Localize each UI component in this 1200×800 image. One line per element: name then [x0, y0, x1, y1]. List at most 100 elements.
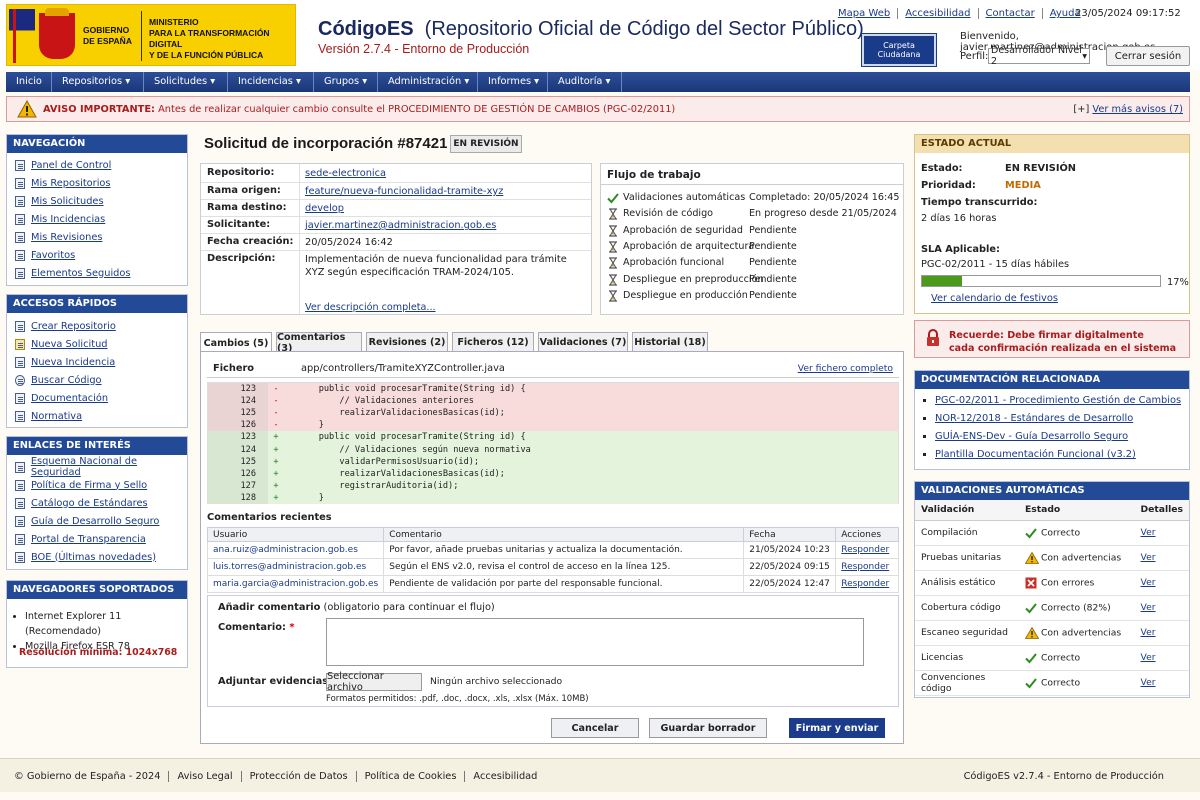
quick-item-label[interactable]: Nueva Solicitud	[31, 339, 108, 350]
link-ens[interactable]: Esquema Nacional de Seguridad	[7, 456, 187, 478]
sidebar-item-mis-revisiones[interactable]: Mis Revisiones	[7, 228, 187, 246]
select-file-button[interactable]: Seleccionar archivo	[326, 671, 422, 693]
sidebar-item-favoritos[interactable]: Favoritos	[7, 246, 187, 264]
tab-validaciones[interactable]: Validaciones (7)	[538, 332, 628, 352]
link-label[interactable]: Esquema Nacional de Seguridad	[31, 456, 187, 478]
footer-proteccion-datos[interactable]: Protección de Datos	[242, 771, 357, 782]
diff-marker: +	[273, 444, 279, 455]
government-logo[interactable]: GOBIERNO DE ESPAÑA MINISTERIO PARA LA TRA…	[6, 4, 296, 66]
sidebar-item-mis-solicitudes[interactable]: Mis Solicitudes	[7, 192, 187, 210]
logout-button[interactable]: Cerrar sesión	[1106, 46, 1190, 66]
nav-administracion[interactable]: Administración ▾	[378, 72, 478, 92]
link-guia[interactable]: Guía de Desarrollo Seguro	[7, 512, 187, 530]
link-label[interactable]: Política de Firma y Sello	[31, 480, 147, 491]
quick-item-label[interactable]: Normativa	[31, 411, 82, 422]
full-description-link[interactable]: Ver descripción completa...	[305, 302, 436, 313]
sidebar-item-mis-incidencias[interactable]: Mis Incidencias	[7, 210, 187, 228]
validation-details-link[interactable]: Ver	[1141, 602, 1156, 613]
carpeta-ciudadana-button[interactable]: Carpeta Ciudadana	[861, 33, 937, 67]
validation-details-link[interactable]: Ver	[1141, 577, 1156, 588]
footer-aviso-legal[interactable]: Aviso Legal	[169, 771, 242, 782]
workflow-step-name: Validaciones automáticas	[623, 192, 746, 203]
validation-status: Correcto	[1041, 527, 1081, 538]
tab-cambios[interactable]: Cambios (5)	[200, 332, 272, 353]
quick-item-label[interactable]: Documentación	[31, 393, 108, 404]
quick-normativa[interactable]: Normativa	[7, 407, 187, 425]
tab-revisiones[interactable]: Revisiones (2)	[366, 332, 448, 352]
comment-user[interactable]: luis.torres@administracion.gob.es	[206, 558, 385, 576]
quick-item-label[interactable]: Nueva Incidencia	[31, 357, 115, 368]
comment-user[interactable]: maria.garcia@administracion.gob.es	[206, 575, 385, 593]
doc-link[interactable]: PGC-02/2011 - Procedimiento Gestión de C…	[935, 395, 1181, 406]
perfil-select[interactable]: Desarrollador Nivel 2 ▾	[988, 45, 1090, 67]
nav-informes[interactable]: Informes ▾	[478, 72, 548, 92]
error-icon	[1025, 577, 1037, 589]
quick-nueva-incidencia[interactable]: Nueva Incidencia	[7, 353, 187, 371]
sidebar-item-label[interactable]: Mis Solicitudes	[31, 196, 104, 207]
more-alerts-prefix[interactable]: [+]	[1073, 104, 1089, 115]
quick-documentacion[interactable]: Documentación	[7, 389, 187, 407]
nav-incidencias[interactable]: Incidencias ▾	[228, 72, 314, 92]
repository-link[interactable]: sede-electronica	[305, 167, 587, 180]
link-label[interactable]: Portal de Transparencia	[31, 534, 146, 545]
reply-link[interactable]: Responder	[841, 579, 889, 589]
quick-nueva-solicitud[interactable]: Nueva Solicitud	[7, 335, 187, 353]
validation-details-link[interactable]: Ver	[1141, 652, 1156, 663]
sign-and-send-button[interactable]: Firmar y enviar	[789, 718, 885, 738]
tab-comentarios[interactable]: Comentarios (3)	[276, 332, 362, 354]
sidebar-item-mis-repositorios[interactable]: Mis Repositorios	[7, 174, 187, 192]
sidebar-item-elementos-seguidos[interactable]: Elementos Seguidos	[7, 264, 187, 282]
full-file-link[interactable]: Ver fichero completo	[798, 363, 893, 374]
requester-link[interactable]: javier.martinez@administracion.gob.es	[305, 219, 587, 232]
target-branch-link[interactable]: develop	[305, 202, 587, 215]
link-catalogo[interactable]: Catálogo de Estándares	[7, 494, 187, 512]
reply-link[interactable]: Responder	[841, 545, 889, 555]
top-link-contactar[interactable]: Contactar	[979, 8, 1043, 19]
sidebar-item-panel-control[interactable]: Panel de Control	[7, 156, 187, 174]
nav-grupos[interactable]: Grupos ▾	[314, 72, 378, 92]
comment-textarea[interactable]	[326, 618, 864, 666]
more-alerts-link[interactable]: Ver más avisos (7)	[1092, 104, 1183, 115]
quick-crear-repositorio[interactable]: Crear Repositorio	[7, 317, 187, 335]
nav-auditoria[interactable]: Auditoría ▾	[548, 72, 622, 92]
document-icon	[15, 479, 25, 491]
comment-user[interactable]: ana.ruiz@administracion.gob.es	[206, 541, 385, 559]
perfil-value: Desarrollador Nivel 2	[991, 45, 1082, 67]
cancel-button[interactable]: Cancelar	[551, 718, 639, 738]
validation-details-link[interactable]: Ver	[1141, 677, 1156, 688]
holidays-calendar-link[interactable]: Ver calendario de festivos	[931, 293, 1058, 304]
sidebar-item-label[interactable]: Mis Incidencias	[31, 214, 105, 225]
sidebar-item-label[interactable]: Mis Revisiones	[31, 232, 102, 243]
quick-item-label[interactable]: Crear Repositorio	[31, 321, 116, 332]
link-boe[interactable]: BOE (Últimas novedades)	[7, 548, 187, 566]
top-link-mapa-web[interactable]: Mapa Web	[838, 8, 899, 19]
sidebar-item-label[interactable]: Elementos Seguidos	[31, 268, 131, 279]
tab-ficheros[interactable]: Ficheros (12)	[452, 332, 534, 352]
sidebar-item-label[interactable]: Panel de Control	[31, 160, 111, 171]
top-link-accesibilidad[interactable]: Accesibilidad	[898, 8, 979, 19]
nav-inicio[interactable]: Inicio	[6, 72, 52, 92]
save-draft-button[interactable]: Guardar borrador	[649, 718, 767, 738]
footer-accesibilidad[interactable]: Accesibilidad	[465, 771, 545, 782]
source-branch-link[interactable]: feature/nueva-funcionalidad-tramite-xyz	[305, 185, 587, 198]
link-firma[interactable]: Política de Firma y Sello	[7, 476, 187, 494]
sidebar-item-label[interactable]: Mis Repositorios	[31, 178, 111, 189]
link-label[interactable]: Guía de Desarrollo Seguro	[31, 516, 159, 527]
validation-details-link[interactable]: Ver	[1141, 552, 1156, 563]
quick-item-label[interactable]: Buscar Código	[31, 375, 102, 386]
nav-repositorios[interactable]: Repositorios ▾	[52, 72, 144, 92]
doc-link[interactable]: Plantilla Documentación Funcional (v3.2)	[935, 449, 1136, 460]
doc-link[interactable]: NOR-12/2018 - Estándares de Desarrollo	[935, 413, 1133, 424]
nav-solicitudes[interactable]: Solicitudes ▾	[144, 72, 228, 92]
tab-historial[interactable]: Historial (18)	[632, 332, 708, 352]
validation-details-link[interactable]: Ver	[1141, 627, 1156, 638]
link-label[interactable]: BOE (Últimas novedades)	[31, 552, 156, 563]
sidebar-item-label[interactable]: Favoritos	[31, 250, 75, 261]
link-label[interactable]: Catálogo de Estándares	[31, 498, 148, 509]
quick-buscar-codigo[interactable]: Buscar Código	[7, 371, 187, 389]
validation-details-link[interactable]: Ver	[1141, 527, 1156, 538]
link-transparencia[interactable]: Portal de Transparencia	[7, 530, 187, 548]
doc-link[interactable]: GUÍA-ENS-Dev - Guía Desarrollo Seguro	[935, 431, 1128, 442]
footer-cookies[interactable]: Política de Cookies	[357, 771, 466, 782]
reply-link[interactable]: Responder	[841, 562, 889, 572]
